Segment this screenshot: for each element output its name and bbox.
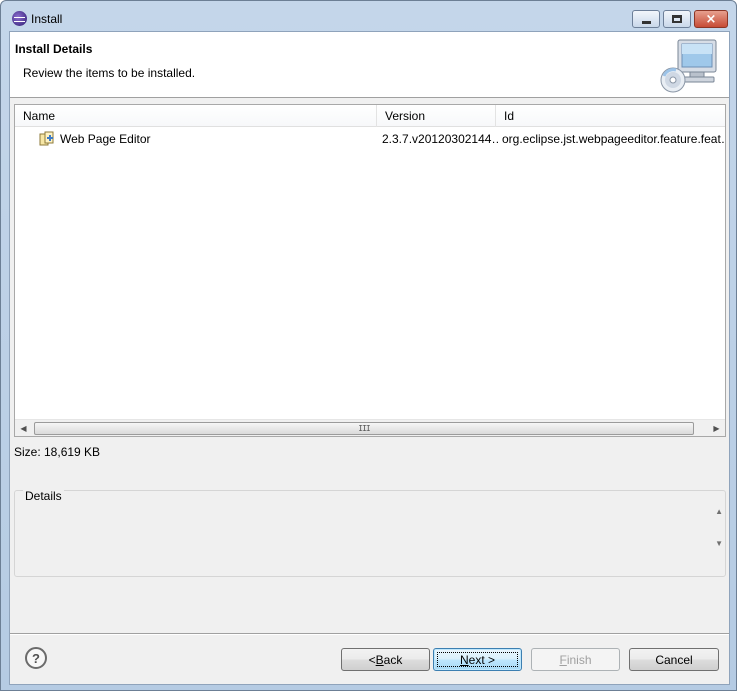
next-button[interactable]: Next > — [433, 648, 522, 671]
page-description: Review the items to be installed. — [23, 66, 196, 80]
page-title: Install Details — [15, 42, 93, 56]
column-header-name[interactable]: Name — [15, 105, 377, 127]
help-button[interactable]: ? — [25, 647, 47, 669]
close-icon: × — [705, 11, 717, 27]
close-button[interactable]: × — [694, 10, 728, 28]
details-text-area[interactable] — [18, 504, 722, 574]
scroll-down-icon[interactable]: ▼ — [715, 539, 723, 548]
row-version: 2.3.7.v20120302144… — [382, 132, 498, 146]
window-title: Install — [31, 12, 63, 26]
back-button[interactable]: < Back — [341, 648, 430, 671]
finish-button[interactable]: Finish — [531, 648, 620, 671]
minimize-icon — [641, 20, 651, 24]
maximize-button[interactable] — [663, 10, 691, 28]
details-label: Details — [23, 489, 64, 503]
column-header-id[interactable]: Id — [496, 105, 725, 127]
dialog-client-area: Install Details Review the items to be i… — [9, 31, 730, 685]
cancel-button[interactable]: Cancel — [629, 648, 719, 671]
finish-label-rest: inish — [566, 652, 592, 667]
maximize-icon — [672, 15, 682, 23]
minimize-button[interactable] — [632, 10, 660, 28]
horizontal-scrollbar[interactable]: ◀ III ▶ — [15, 419, 725, 436]
title-bar[interactable]: Install × — [1, 1, 736, 31]
cancel-label: Cancel — [655, 652, 693, 667]
install-window: Install × Install Details Review the ite… — [0, 0, 737, 691]
scroll-up-icon[interactable]: ▲ — [715, 507, 723, 516]
help-icon: ? — [32, 650, 40, 666]
table-header: Name Version Id — [15, 105, 725, 127]
feature-plugin-icon — [39, 131, 54, 146]
focus-ring — [437, 652, 518, 667]
column-header-version[interactable]: Version — [377, 105, 496, 127]
scroll-left-icon[interactable]: ◀ — [15, 420, 32, 437]
scroll-right-icon[interactable]: ▶ — [708, 420, 725, 437]
back-mnemonic: B — [375, 652, 384, 667]
table-row[interactable]: Web Page Editor 2.3.7.v20120302144… org.… — [15, 129, 725, 149]
row-name: Web Page Editor — [60, 132, 151, 146]
back-label-rest: ack — [383, 652, 403, 667]
finish-mnemonic: F — [559, 652, 567, 667]
details-group: Details ▲ ▼ — [14, 489, 726, 577]
scrollbar-thumb[interactable]: III — [34, 422, 694, 435]
install-size: Size: 18,619 KB — [14, 445, 101, 459]
row-id: org.eclipse.jst.webpageeditor.feature.fe… — [502, 132, 724, 146]
button-bar-separator — [10, 633, 729, 635]
back-prefix: < — [368, 652, 376, 667]
wizard-header: Install Details Review the items to be i… — [10, 32, 729, 98]
computer-with-cd-icon — [660, 39, 717, 93]
install-items-table[interactable]: Name Version Id Web Page Editor 2.3.7.v2… — [14, 104, 726, 437]
eclipse-app-icon — [12, 11, 27, 26]
scrollbar-grip: III — [358, 424, 370, 433]
